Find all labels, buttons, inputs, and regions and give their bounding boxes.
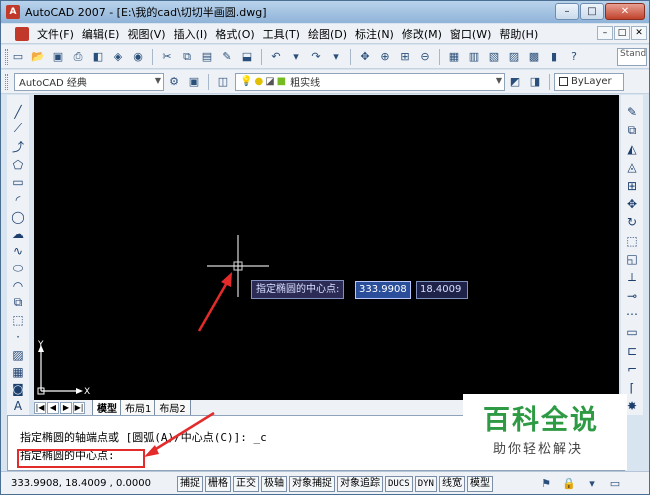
ucs-x-label: X [84,387,90,397]
annotation-arrow-command [144,411,215,457]
crosshair-cursor-icon [207,235,269,297]
canvas-overlay: Y X [37,235,269,457]
ucs-icon: Y X [37,340,90,397]
autocad-window: A AutoCAD 2007 - [E:\我的cad\切切半画圆.dwg] – … [0,0,650,495]
ucs-y-label: Y [37,340,44,350]
annotation-arrow-crosshair [197,272,232,332]
